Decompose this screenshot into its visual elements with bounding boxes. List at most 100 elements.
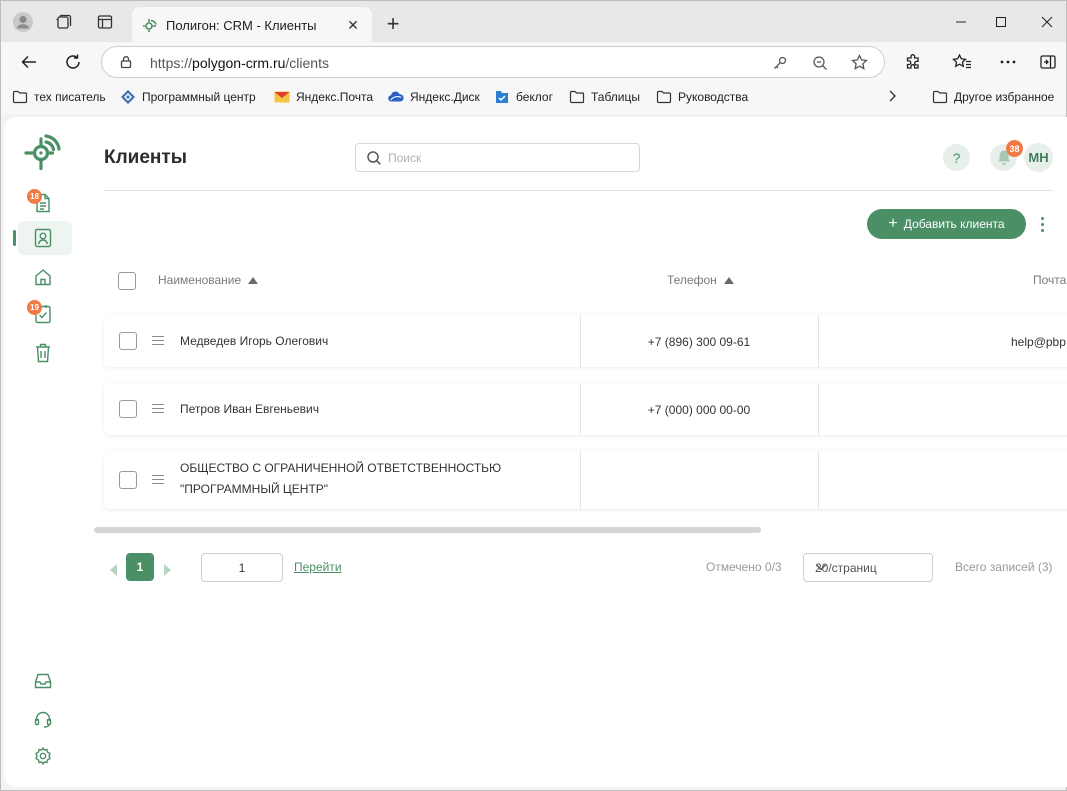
next-page-icon[interactable] — [164, 564, 171, 576]
browser-navbar: https://polygon-crm.ru/clients — [0, 42, 1067, 82]
total-records: Всего записей (3) — [955, 560, 1053, 574]
row-checkbox[interactable] — [119, 400, 137, 418]
avatar[interactable]: МН — [1024, 143, 1053, 172]
help-icon: ? — [952, 149, 961, 166]
bookmark-item[interactable]: Яндекс.Диск — [388, 89, 480, 105]
folder-icon — [932, 89, 948, 105]
sort-asc-icon[interactable] — [723, 276, 734, 284]
app-sidebar: 18 19 — [4, 117, 84, 787]
bookmark-item[interactable]: Таблицы — [569, 89, 640, 105]
sidebar-active-indicator — [13, 230, 16, 246]
current-page[interactable]: 1 — [126, 553, 154, 581]
profile-icon[interactable] — [12, 11, 34, 33]
polygon-favicon-icon — [142, 17, 158, 33]
mail-icon — [274, 89, 290, 105]
help-button[interactable]: ? — [943, 144, 970, 171]
column-header-name[interactable]: Наименование — [158, 273, 259, 287]
row-checkbox[interactable] — [119, 332, 137, 350]
bookmark-item[interactable]: Руководства — [656, 89, 748, 105]
client-phone: +7 (000) 000 00-00 — [647, 403, 751, 417]
bookmark-item[interactable]: Программный центр — [120, 89, 256, 105]
table-row[interactable]: Петров Иван Евгеньевич +7 (000) 000 00-0… — [104, 383, 1067, 435]
horizontal-scrollbar[interactable] — [94, 527, 761, 533]
polygon-logo-icon[interactable] — [22, 131, 64, 171]
chevron-down-icon — [815, 562, 922, 572]
cell-divider — [818, 383, 819, 435]
more-menu-icon[interactable] — [996, 50, 1020, 74]
minimize-icon[interactable] — [948, 9, 974, 35]
folder-icon — [12, 89, 28, 105]
page-title: Клиенты — [104, 147, 187, 168]
browser-tab[interactable]: Полигон: CRM - Клиенты ✕ — [132, 7, 372, 43]
more-options-icon[interactable] — [1034, 213, 1050, 235]
other-bookmarks[interactable]: Другое избранное — [932, 89, 1054, 105]
bookmark-item[interactable]: тех писатель — [12, 89, 106, 105]
client-email: help@pbp — [1011, 335, 1066, 349]
add-client-button[interactable]: + Добавить клиента — [867, 209, 1026, 239]
bookmark-item[interactable]: беклог — [494, 89, 553, 105]
cloud-disk-icon — [388, 89, 404, 105]
client-name[interactable]: Медведев Игорь Олегович — [180, 331, 328, 352]
drag-handle-icon[interactable] — [152, 336, 164, 345]
header-divider — [104, 190, 1053, 191]
sidebar-item-inbox[interactable] — [32, 670, 54, 692]
tab-title: Полигон: CRM - Клиенты — [166, 17, 317, 33]
plus-icon: + — [888, 215, 898, 232]
client-phone: +7 (896) 300 09-61 — [647, 335, 751, 349]
client-name[interactable]: Петров Иван Евгеньевич — [180, 399, 319, 420]
select-all-checkbox[interactable] — [118, 272, 136, 290]
url-text[interactable]: https://polygon-crm.ru/clients — [150, 55, 329, 71]
search-input[interactable] — [388, 149, 628, 167]
per-page-select[interactable]: 20/страниц — [803, 553, 933, 582]
new-tab-icon[interactable]: + — [382, 11, 404, 36]
selected-count: Отмечено 0/3 — [706, 560, 782, 574]
table-row[interactable]: Медведев Игорь Олегович +7 (896) 300 09-… — [104, 315, 1067, 367]
backlog-icon — [494, 89, 510, 105]
sidebar-item-clients[interactable] — [32, 227, 54, 249]
main-content: Клиенты ? 38 МН + Добавить клиента Наиме… — [84, 117, 1067, 787]
folder-icon — [569, 89, 585, 105]
key-icon[interactable] — [772, 55, 788, 71]
goto-page-link[interactable]: Перейти — [294, 560, 342, 574]
cell-divider — [818, 315, 819, 367]
drag-handle-icon[interactable] — [152, 404, 164, 413]
close-tab-icon[interactable]: ✕ — [342, 14, 364, 36]
refresh-icon[interactable] — [61, 50, 85, 74]
prev-page-icon[interactable] — [110, 564, 117, 576]
drag-handle-icon[interactable] — [152, 475, 164, 484]
tab-actions-icon[interactable] — [94, 11, 116, 33]
zoom-out-icon[interactable] — [812, 55, 828, 71]
favorites-icon[interactable] — [950, 50, 974, 74]
bookmark-item[interactable]: Яндекс.Почта — [274, 89, 373, 105]
program-center-icon — [120, 89, 136, 105]
cell-divider — [818, 451, 819, 509]
bookmarks-overflow-chevron-icon[interactable] — [887, 89, 897, 103]
app-viewport: 18 19 Клиенты Поиск ? 38 МН + Добавить к… — [0, 114, 1067, 791]
sidebar-item-settings[interactable] — [32, 745, 54, 767]
column-header-phone[interactable]: Телефон — [667, 273, 734, 287]
row-checkbox[interactable] — [119, 471, 137, 489]
sort-asc-icon[interactable] — [248, 276, 259, 284]
cell-divider — [580, 451, 581, 509]
favorite-star-icon[interactable] — [851, 54, 868, 71]
sidebar-toggle-icon[interactable] — [1036, 50, 1060, 74]
sidebar-item-trash[interactable] — [32, 342, 54, 364]
maximize-icon[interactable] — [988, 9, 1014, 35]
close-window-icon[interactable] — [1034, 9, 1060, 35]
search-icon — [366, 150, 382, 166]
collections-icon[interactable] — [52, 11, 74, 33]
back-icon[interactable] — [17, 50, 41, 74]
table-row[interactable]: ОБЩЕСТВО С ОГРАНИЧЕННОЙ ОТВЕТСТВЕННОСТЬЮ… — [104, 451, 1067, 509]
documents-badge: 18 — [27, 189, 42, 204]
sidebar-item-support[interactable] — [32, 708, 54, 730]
search-box[interactable] — [355, 143, 640, 172]
sidebar-item-home[interactable] — [32, 266, 54, 288]
extensions-icon[interactable] — [901, 50, 925, 74]
address-bar[interactable]: https://polygon-crm.ru/clients — [101, 46, 885, 78]
client-name[interactable]: ОБЩЕСТВО С ОГРАНИЧЕННОЙ ОТВЕТСТВЕННОСТЬЮ… — [180, 458, 501, 500]
folder-icon — [656, 89, 672, 105]
lock-icon[interactable] — [119, 55, 133, 69]
bookmarks-bar: тех писатель Программный центр Яндекс.По… — [0, 82, 1067, 114]
goto-page-input[interactable] — [201, 553, 283, 582]
column-header-email[interactable]: Почта — [1033, 273, 1066, 287]
